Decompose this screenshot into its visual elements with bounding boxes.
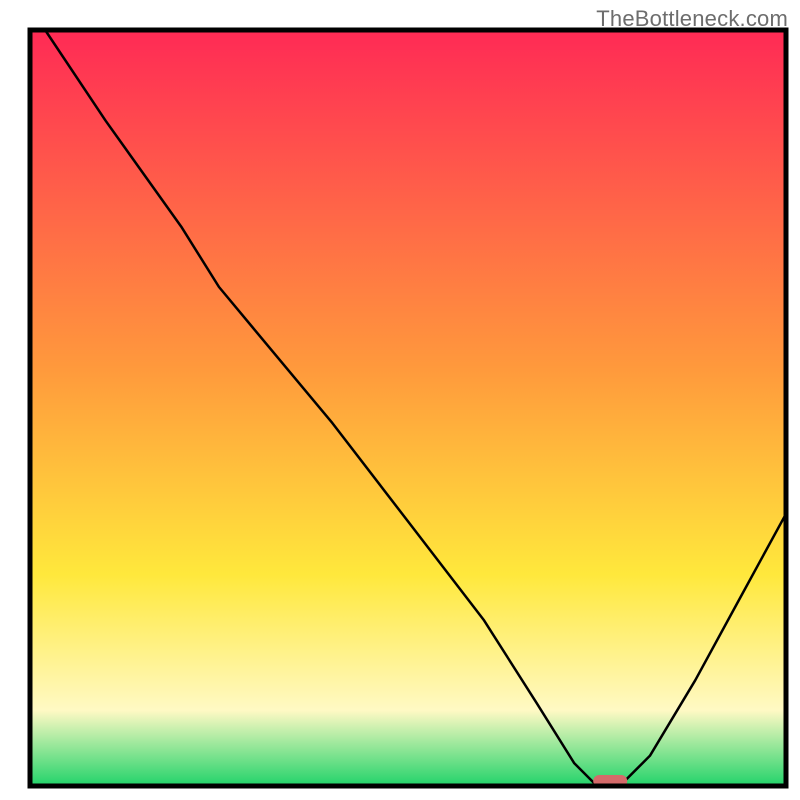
chart-svg: [0, 0, 800, 800]
watermark-text: TheBottleneck.com: [596, 6, 788, 32]
bottleneck-chart: TheBottleneck.com: [0, 0, 800, 800]
gradient-background: [30, 30, 786, 786]
